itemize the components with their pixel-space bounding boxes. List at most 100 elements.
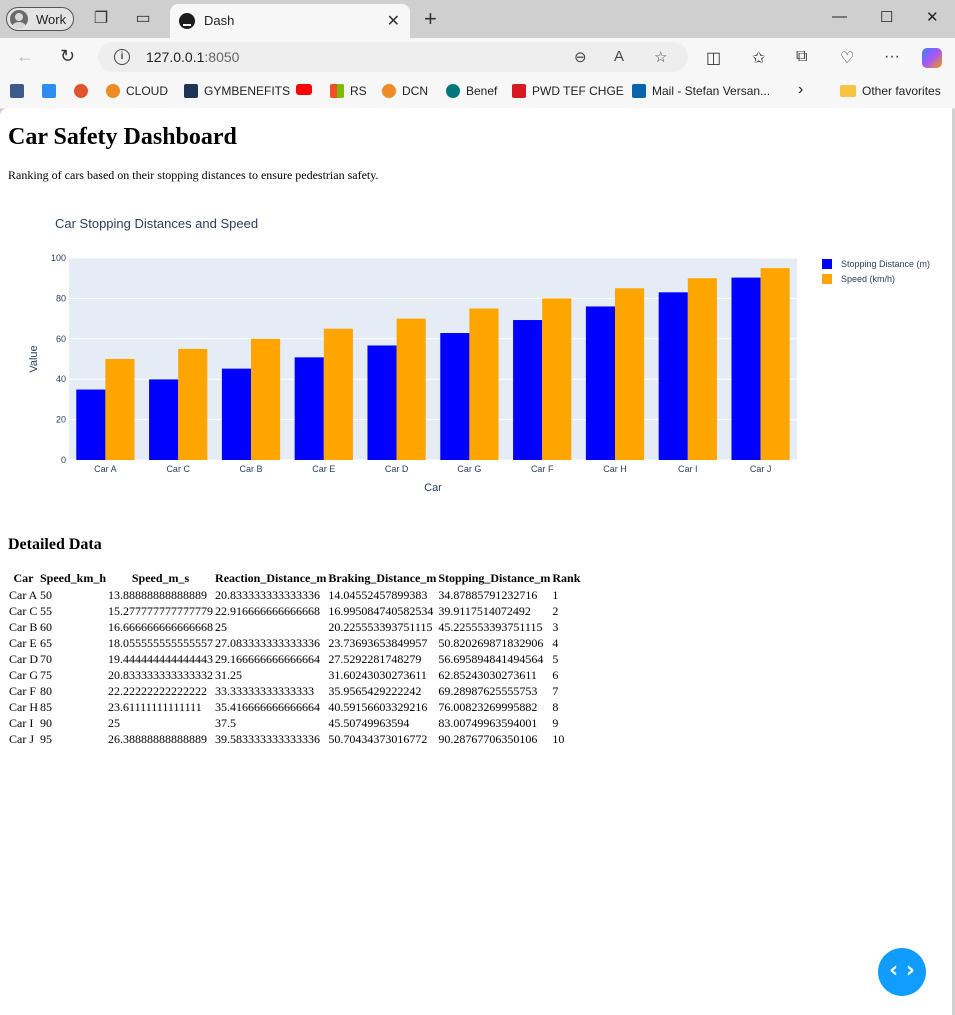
bookmark-label: PWD TEF CHGE — [532, 84, 624, 98]
table-cell: 22.22222222222222 — [108, 684, 208, 698]
bookmark-icon-3[interactable] — [74, 84, 94, 98]
x-tick-label: Car C — [166, 464, 190, 474]
cloud-favicon-icon — [106, 84, 120, 98]
table-cell: 50 — [40, 588, 52, 602]
copilot-icon[interactable] — [922, 48, 942, 68]
microsoft-icon — [330, 84, 344, 98]
browser-essentials-icon[interactable]: ♡ — [840, 48, 854, 68]
minimize-icon[interactable]: — — [832, 8, 847, 25]
more-menu-icon[interactable]: ··· — [884, 48, 900, 66]
read-aloud-icon[interactable]: A — [614, 48, 624, 65]
table-cell: 45.225553393751115 — [438, 620, 543, 634]
table-cell: 14.04552457899383 — [328, 588, 428, 602]
table-cell: 20.833333333333336 — [215, 588, 321, 602]
sharepoint-icon — [446, 84, 460, 98]
bookmark-benef[interactable]: Benef — [446, 84, 497, 98]
table-cell: 35.9565429222242 — [328, 684, 422, 698]
y-axis-title: Value — [28, 345, 40, 372]
close-tab-icon[interactable]: ✕ — [387, 11, 400, 31]
bar — [760, 268, 790, 460]
back-icon[interactable]: ← — [16, 46, 34, 67]
x-tick-label: Car I — [678, 464, 698, 474]
bookmark-icon-1[interactable] — [10, 84, 30, 98]
x-tick-label: Car E — [312, 464, 335, 474]
table-cell: 9 — [552, 716, 559, 730]
table-row: Car H 85 23.61111111111111 35.4166666666666… — [8, 699, 581, 715]
bookmark-cloud[interactable]: CLOUD — [106, 84, 168, 98]
x-tick-label: Car B — [239, 464, 262, 474]
split-screen-icon[interactable]: ◫ — [706, 48, 721, 68]
table-cell: 37.5 — [215, 716, 237, 730]
table-cell: 15.277777777777779 — [108, 604, 214, 618]
table-cell: 2 — [552, 604, 559, 618]
table-cell: 8 — [552, 700, 559, 714]
y-tick-label: 0 — [61, 455, 66, 465]
close-window-icon[interactable]: ✕ — [926, 8, 939, 26]
bar — [513, 320, 543, 460]
bookmark-other-favorites[interactable]: Other favorites — [840, 84, 941, 98]
bookmark-label: CLOUD — [126, 84, 169, 98]
column-header: Car — [13, 571, 34, 585]
bar — [178, 348, 208, 460]
new-tab-icon[interactable]: + — [424, 6, 437, 32]
workspaces-icon[interactable]: ❐ — [92, 10, 110, 28]
table-cell: 95 — [40, 732, 52, 746]
bookmark-dcn[interactable]: DCN — [382, 84, 428, 98]
table-cell: 40.59156603329216 — [328, 700, 428, 714]
table-cell: 19.444444444444443 — [108, 652, 214, 666]
tab-actions-icon[interactable]: ▭ — [134, 10, 152, 28]
url-field[interactable]: i 127.0.0.1:8050 ⊖ A ☆ — [98, 42, 688, 72]
bookmark-mail[interactable]: Mail - Stefan Versan... — [632, 84, 770, 98]
table-cell: 76.00823269995882 — [438, 700, 538, 714]
url-text: 127.0.0.1:8050 — [146, 49, 239, 65]
dash-debug-toggle-button[interactable]: ‹ › — [878, 948, 926, 996]
bar-chart: 0 20 40 60 80 100 Car A Car C Car B Car E Car D Car… — [28, 216, 930, 494]
bookmarks-overflow-icon[interactable]: › — [798, 81, 803, 99]
favorite-star-icon[interactable]: ☆ — [654, 48, 667, 66]
table-cell: Car H — [9, 700, 38, 714]
table-cell: 69.28987625555753 — [438, 684, 538, 698]
site-info-icon[interactable]: i — [114, 49, 130, 65]
table-cell: 70 — [40, 652, 52, 666]
maximize-icon[interactable]: ☐ — [880, 8, 893, 26]
y-tick-label: 40 — [56, 374, 66, 384]
bar — [367, 345, 397, 460]
table-cell: Car G — [9, 668, 38, 682]
table-cell: 60 — [40, 620, 52, 634]
table-cell: 16.666666666666668 — [108, 620, 214, 634]
chart-title: Car Stopping Distances and Speed — [55, 216, 258, 231]
bar — [149, 379, 179, 460]
favorites-icon[interactable]: ✩ — [752, 48, 765, 68]
bookmark-gymbenefits[interactable]: GYMBENEFITS — [184, 84, 290, 98]
pwd-favicon-icon — [512, 84, 526, 98]
table-cell: 85 — [40, 700, 52, 714]
y-tick-label: 20 — [56, 415, 66, 425]
table-row: Car B 60 16.666666666666668 25 20.2255533937… — [8, 619, 581, 635]
y-tick-label: 60 — [56, 334, 66, 344]
table-cell: 10 — [552, 732, 565, 746]
folder-icon — [840, 85, 856, 97]
legend-swatch — [822, 274, 832, 284]
refresh-icon[interactable]: ↻ — [60, 46, 75, 67]
table-row: Car F 80 22.22222222222222 33.3333333333333… — [8, 683, 581, 699]
bar — [585, 306, 615, 460]
bookmark-icon-2[interactable] — [42, 84, 62, 98]
profile-button[interactable]: Work — [6, 7, 74, 31]
bookmark-pwd[interactable]: PWD TEF CHGE — [512, 84, 624, 98]
bookmark-label: GYMBENEFITS — [204, 84, 291, 98]
tab-dash[interactable]: Dash ✕ — [170, 4, 410, 38]
table-cell: Car B — [9, 620, 38, 634]
table-cell: 34.87885791232716 — [438, 588, 538, 602]
bar — [105, 359, 135, 460]
browser-tab-bar: Work ❐ ▭ Dash ✕ + — ☐ ✕ — [0, 0, 955, 38]
column-header: Reaction_Distance_m — [215, 571, 327, 585]
bookmark-rs[interactable]: RS — [330, 84, 367, 98]
table-cell: 5 — [552, 652, 559, 666]
table-row: Car D 70 19.444444444444443 29.166666666666… — [8, 651, 581, 667]
table-cell: 50.820269871832906 — [438, 636, 544, 650]
table-cell: 25 — [215, 620, 228, 634]
collections-icon[interactable]: ⧉ — [796, 48, 807, 66]
table-cell: 62.85243030273611 — [438, 668, 537, 682]
bookmark-youtube[interactable] — [296, 84, 318, 95]
zoom-icon[interactable]: ⊖ — [574, 48, 587, 66]
